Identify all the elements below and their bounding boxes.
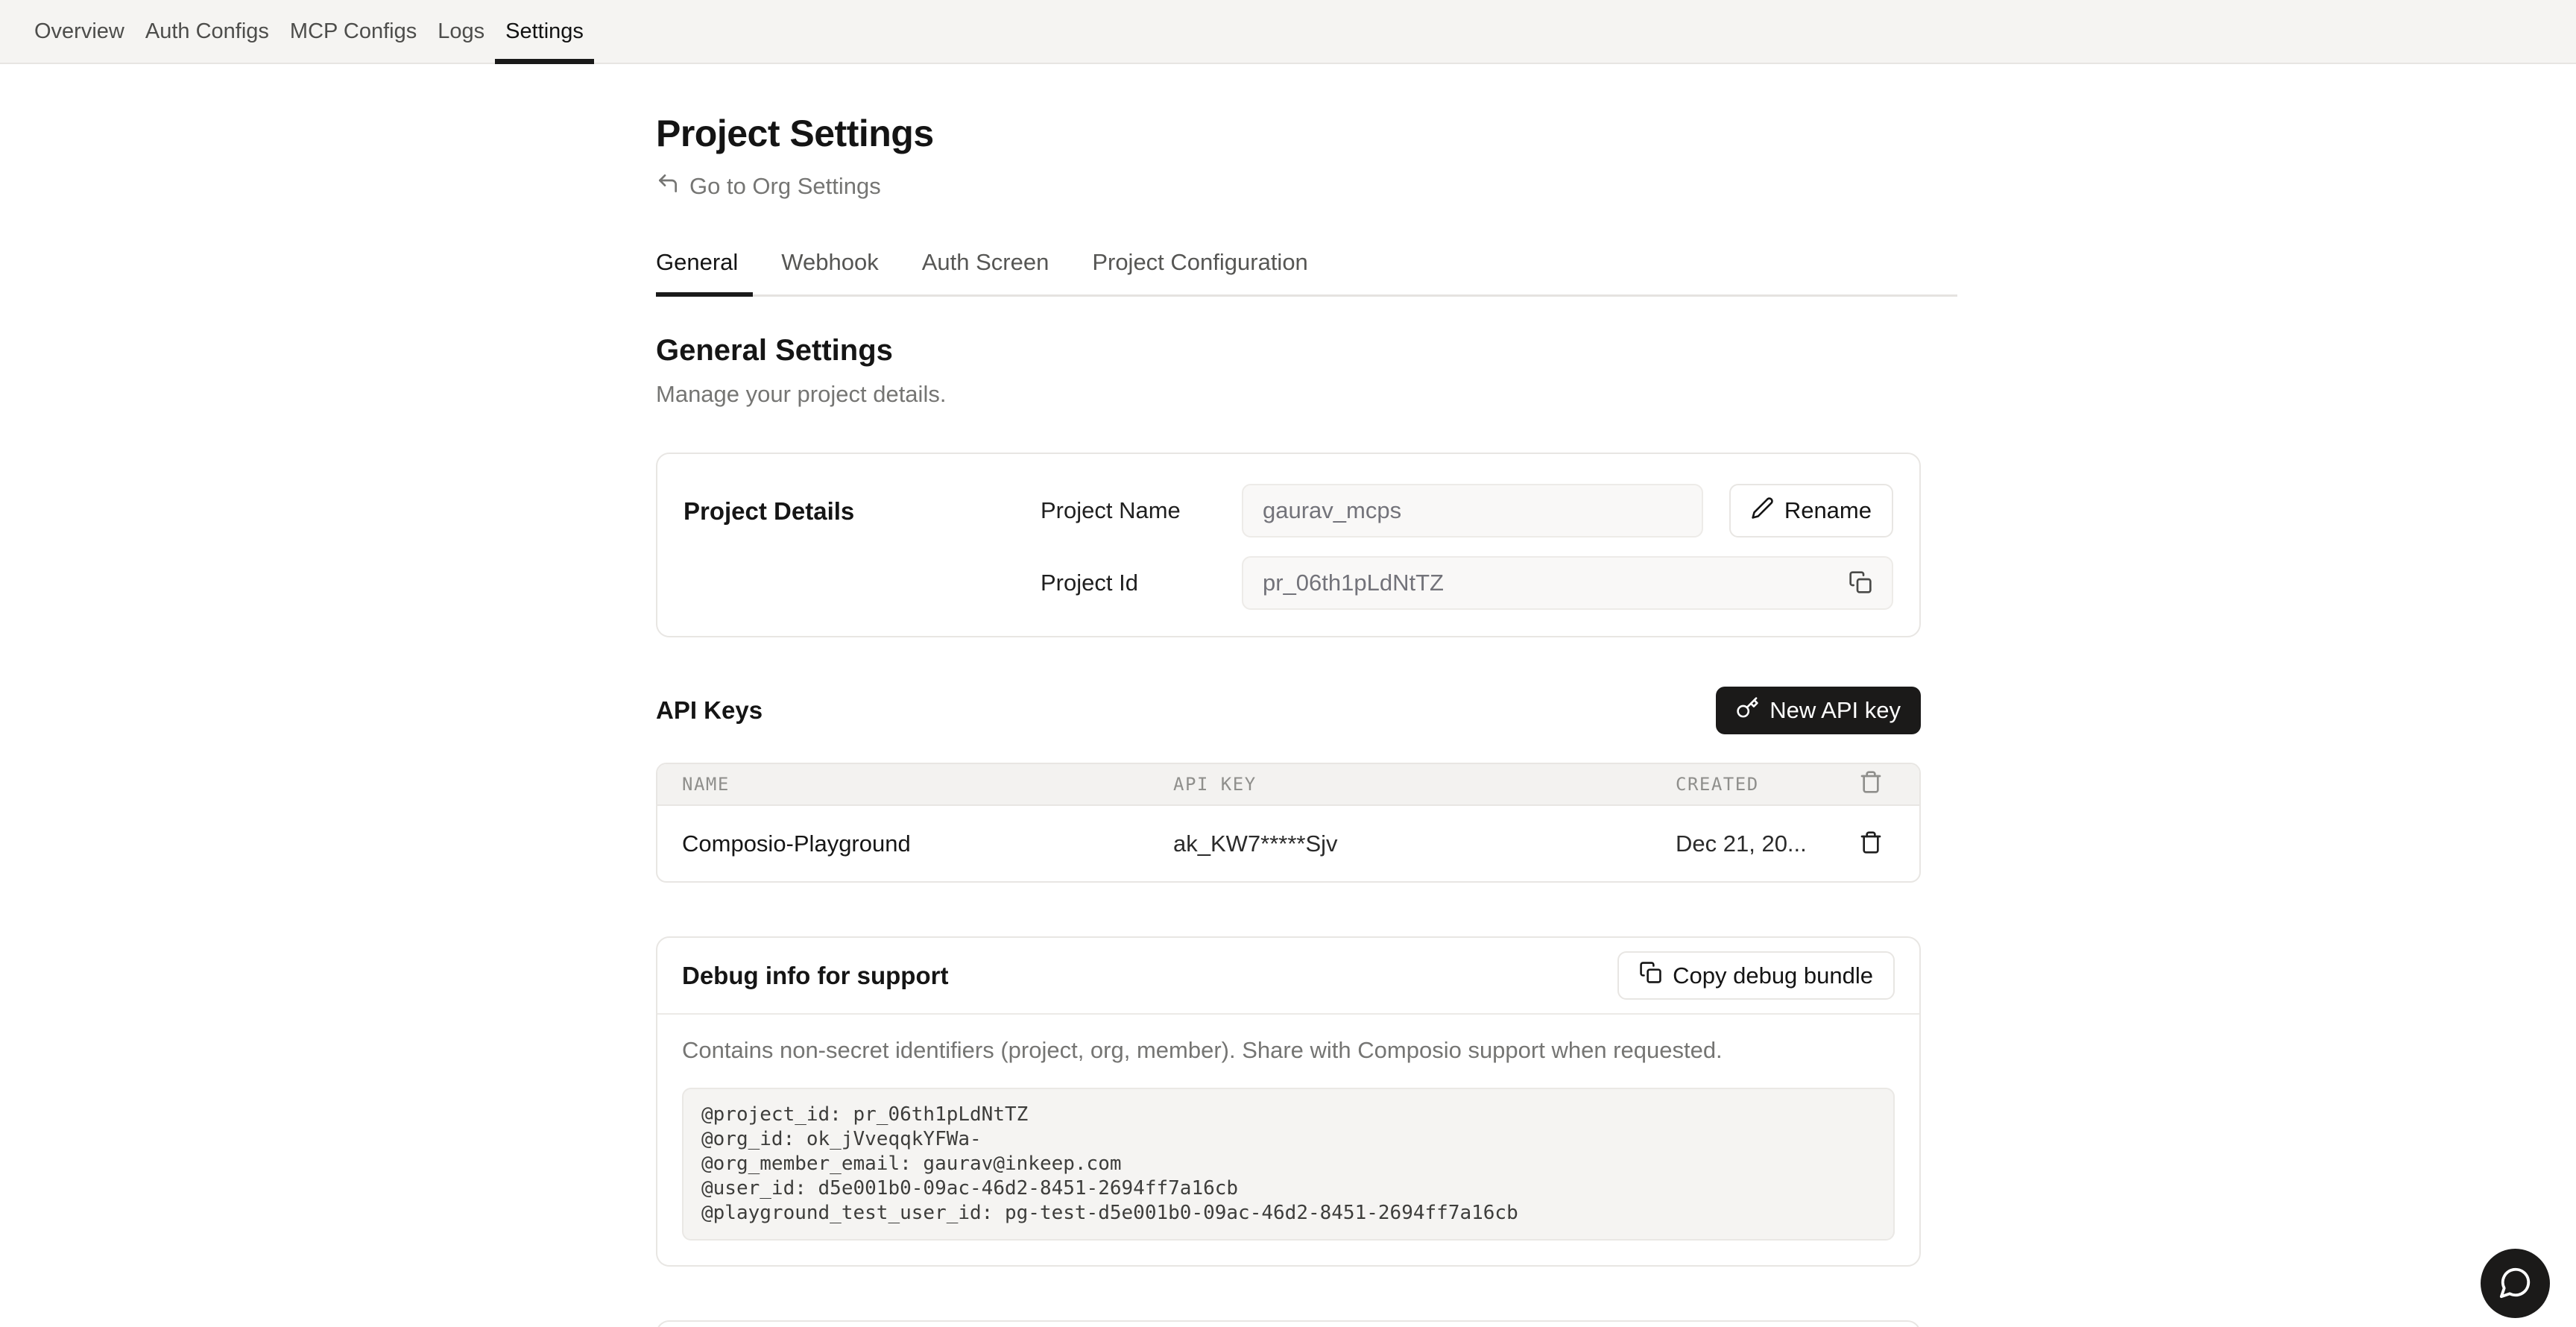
column-header-name: NAME	[682, 774, 1173, 795]
general-settings-subheading: Manage your project details.	[656, 381, 1921, 408]
debug-card-header: Debug info for support Copy debug bundle	[657, 938, 1919, 1015]
api-key-created-date: Dec 21, 20...	[1676, 830, 1847, 857]
project-name-value: gaurav_mcps	[1263, 497, 1401, 524]
copy-debug-bundle-button[interactable]: Copy debug bundle	[1617, 951, 1895, 1000]
debug-card-body: Contains non-secret identifiers (project…	[657, 1015, 1919, 1265]
top-nav: Overview Auth Configs MCP Configs Logs S…	[0, 0, 2576, 64]
main-content: Project Settings Go to Org Settings Gene…	[656, 112, 1957, 1327]
project-id-value: pr_06th1pLdNtTZ	[1263, 570, 1444, 596]
page-title: Project Settings	[656, 112, 1921, 155]
general-settings-heading: General Settings	[656, 334, 1921, 368]
project-id-row: Project Id pr_06th1pLdNtTZ	[1041, 556, 1893, 610]
tab-project-configuration[interactable]: Project Configuration	[1092, 249, 1308, 294]
copy-debug-bundle-label: Copy debug bundle	[1673, 962, 1873, 989]
copy-project-id-button[interactable]	[1849, 570, 1872, 596]
rename-button[interactable]: Rename	[1729, 484, 1893, 538]
new-api-key-label: New API key	[1770, 697, 1901, 724]
next-section-card	[656, 1320, 1921, 1327]
project-id-label: Project Id	[1041, 570, 1242, 596]
copy-icon	[1849, 570, 1872, 596]
project-name-label: Project Name	[1041, 497, 1242, 524]
column-header-created: CREATED	[1676, 774, 1847, 795]
api-key-name: Composio-Playground	[682, 830, 1173, 857]
trash-icon	[1859, 830, 1883, 857]
api-keys-heading: API Keys	[656, 696, 763, 725]
project-details-title: Project Details	[684, 484, 1041, 610]
project-details-card: Project Details Project Name gaurav_mcps…	[656, 453, 1921, 637]
rename-label: Rename	[1784, 497, 1872, 524]
api-keys-table: NAME API KEY CREATED Composio-Playground…	[656, 763, 1921, 883]
corner-up-left-icon	[656, 171, 680, 201]
debug-description: Contains non-secret identifiers (project…	[682, 1037, 1895, 1064]
message-circle-icon	[2498, 1265, 2533, 1302]
project-name-row: Project Name gaurav_mcps Rename	[1041, 484, 1893, 538]
new-api-key-button[interactable]: New API key	[1716, 687, 1921, 734]
table-row: Composio-Playground ak_KW7*****Sjv Dec 2…	[657, 806, 1919, 881]
trash-icon	[1859, 770, 1883, 798]
debug-code-block: @project_id: pr_06th1pLdNtTZ @org_id: ok…	[682, 1088, 1895, 1241]
api-keys-header: API Keys New API key	[656, 687, 1921, 734]
settings-tabs: General Webhook Auth Screen Project Conf…	[656, 249, 1957, 297]
tab-webhook[interactable]: Webhook	[781, 249, 878, 294]
api-keys-table-header: NAME API KEY CREATED	[657, 764, 1919, 806]
tab-general[interactable]: General	[656, 249, 738, 294]
nav-item-auth-configs[interactable]: Auth Configs	[135, 0, 280, 63]
go-to-org-settings-link[interactable]: Go to Org Settings	[656, 171, 881, 201]
go-to-org-settings-label: Go to Org Settings	[689, 173, 881, 200]
copy-icon	[1639, 961, 1662, 990]
key-icon	[1736, 696, 1759, 725]
project-name-input[interactable]: gaurav_mcps	[1242, 484, 1703, 538]
nav-item-overview[interactable]: Overview	[24, 0, 135, 63]
chat-widget-button[interactable]	[2481, 1249, 2550, 1318]
pencil-icon	[1751, 497, 1774, 526]
debug-card-title: Debug info for support	[682, 962, 948, 990]
api-key-masked-value: ak_KW7*****Sjv	[1173, 830, 1676, 857]
debug-info-card: Debug info for support Copy debug bundle…	[656, 936, 1921, 1267]
project-id-input: pr_06th1pLdNtTZ	[1242, 556, 1893, 610]
nav-item-logs[interactable]: Logs	[427, 0, 495, 63]
tab-auth-screen[interactable]: Auth Screen	[922, 249, 1049, 294]
column-header-api-key: API KEY	[1173, 774, 1676, 795]
project-details-fields: Project Name gaurav_mcps Rename Project …	[1041, 484, 1893, 610]
delete-api-key-button[interactable]	[1859, 830, 1883, 857]
nav-item-mcp-configs[interactable]: MCP Configs	[280, 0, 427, 63]
nav-item-settings[interactable]: Settings	[495, 0, 594, 63]
